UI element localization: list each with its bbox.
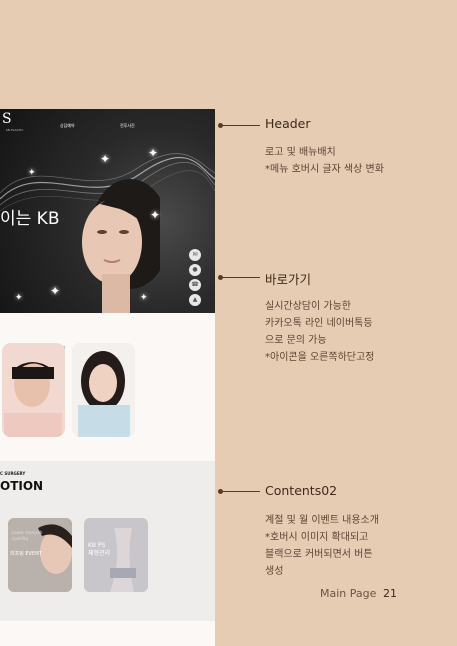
event-label: Lower stomach	[12, 530, 43, 535]
doctor-card-male[interactable]	[2, 343, 65, 437]
section-caption: C SURGERY	[0, 471, 26, 476]
male-portrait-image	[2, 343, 65, 437]
phone-icon[interactable]: ☎	[189, 279, 201, 291]
annotation-connector	[220, 491, 260, 492]
section-title: OTION	[0, 479, 44, 493]
annotation-desc-contents: 계절 및 월 이벤트 내용소개 *호버시 이미지 확대되고 블랙으로 커버되면서…	[265, 515, 379, 577]
page-label: Main Page	[320, 587, 377, 600]
annotation-title-header: Header	[265, 116, 311, 131]
sparkle-icon: ✦	[140, 293, 148, 303]
sparkle-icon: ✦	[100, 152, 111, 166]
event-title: KB PS	[88, 542, 106, 549]
logo[interactable]: S	[2, 111, 12, 127]
annotation-dot	[218, 489, 223, 494]
hero-banner: S KB PLASTIC 상담예약 전후사진 ✦ ✦ ✦ ✦ ✦ ✦ ✦ 이는 …	[0, 109, 215, 313]
sparkle-icon: ✦	[148, 146, 159, 160]
sparkle-icon: ✦	[50, 284, 61, 298]
nav-item-gallery[interactable]: 전후사진	[120, 123, 135, 129]
annotation-connector	[220, 125, 260, 126]
chat-icon[interactable]: ✉	[189, 249, 201, 261]
doctor-card-female[interactable]	[72, 343, 135, 437]
female-portrait-image	[72, 343, 135, 437]
header-nav: S KB PLASTIC 상담예약 전후사진	[0, 109, 215, 139]
sparkle-icon: ✦	[28, 168, 36, 178]
doctor-section: 전문의 1:1 플러스케어 바로 응답상담	[0, 313, 215, 461]
annotation-dot	[218, 123, 223, 128]
annotation-desc-header: 로고 및 배뉴배치 *메뉴 호버시 글자 색상 변화	[265, 147, 384, 175]
annotation-desc-shortcut: 실시간상담이 가능한 카카오톡 라인 네이버톡등 으로 문의 가능 *아이콘을 …	[265, 301, 375, 363]
event-title: 체형관리	[88, 550, 111, 557]
nav-item-consult[interactable]: 상담예약	[60, 123, 75, 129]
annotation-dot	[218, 275, 223, 280]
website-mockup: S KB PLASTIC 상담예약 전후사진 ✦ ✦ ✦ ✦ ✦ ✦ ✦ 이는 …	[0, 109, 215, 646]
sparkle-icon: ✦	[15, 293, 23, 303]
event-title: 리프팅 EVENT	[10, 551, 42, 557]
annotation-connector	[220, 277, 260, 278]
event-card-body[interactable]: KB PS 체형관리	[84, 518, 148, 592]
event-card-lifting[interactable]: Lower stomach Lipoliftq 리프팅 EVENT	[8, 518, 72, 592]
annotation-title-shortcut: 바로가기	[265, 272, 312, 287]
sparkle-icon: ✦	[150, 208, 161, 222]
annotation-title-contents: Contents02	[265, 483, 338, 498]
event-label: Lipoliftq	[12, 536, 28, 541]
kakao-icon[interactable]: ●	[189, 264, 201, 276]
hero-headline: 이는 KB	[0, 209, 60, 229]
logo-subtitle: KB PLASTIC	[6, 128, 24, 132]
page-number: 21	[383, 587, 397, 600]
event-section: C SURGERY OTION Lower stomach Lipoliftq …	[0, 461, 215, 621]
model-face-image	[82, 179, 160, 313]
top-icon[interactable]: ▲	[189, 294, 201, 306]
